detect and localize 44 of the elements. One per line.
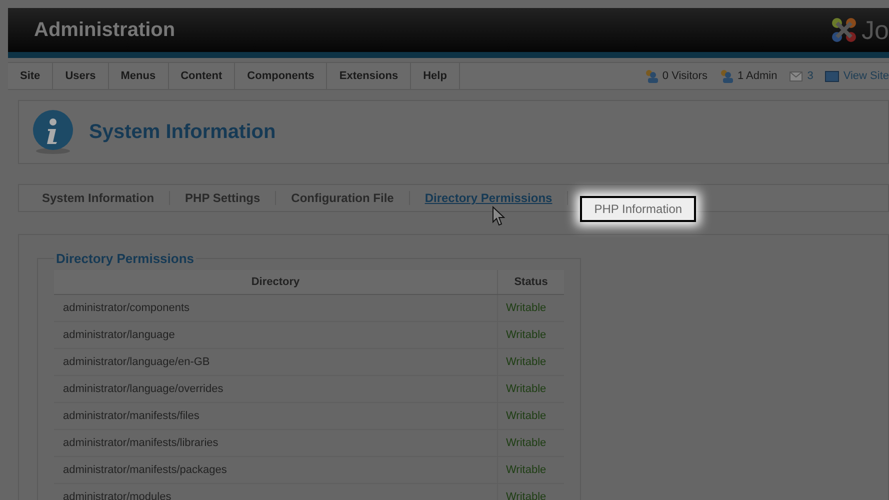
users-icon [644, 69, 658, 83]
status-cell: Writable [498, 402, 564, 430]
monitor-icon [825, 70, 840, 82]
tab[interactable]: Directory Permissions [410, 191, 568, 205]
directory-cell: administrator/manifests/packages [54, 456, 498, 484]
directory-cell: administrator/language/overrides [54, 376, 498, 402]
status-cell: Writable [498, 322, 564, 348]
mail-icon [789, 70, 804, 82]
status-cell: Writable [498, 348, 564, 376]
status-cell: Writable [498, 456, 564, 484]
menu-item[interactable]: Users [53, 63, 109, 89]
directory-cell: administrator/modules [54, 484, 498, 500]
status-cell: Writable [498, 294, 564, 322]
menu-item[interactable]: Content [168, 63, 236, 89]
info-icon [31, 109, 75, 155]
status-label[interactable]: View Site [843, 70, 889, 82]
users-icon [719, 69, 734, 83]
directory-cell: administrator/components [54, 294, 498, 322]
panel-legend: Directory Permissions [54, 251, 196, 266]
status-cell: Writable [498, 430, 564, 456]
menu-item[interactable]: Extensions [327, 63, 412, 89]
status-cell: Writable [498, 376, 564, 402]
menu-item[interactable]: Components [235, 63, 328, 89]
status-label: 1 Admin [737, 70, 778, 82]
status-label: 0 Visitors [662, 70, 708, 82]
cursor-icon [492, 206, 505, 226]
status-label: 3 [807, 70, 814, 82]
directory-cell: administrator/language [54, 322, 498, 348]
menu-item[interactable]: Menus [108, 63, 169, 89]
status-cell: Writable [498, 484, 564, 500]
column-header: Status [498, 270, 564, 294]
tab[interactable]: Configuration File [276, 191, 410, 205]
menu-item[interactable]: Site [8, 63, 54, 89]
menu-item[interactable]: Help [411, 63, 460, 89]
tab[interactable]: System Information [27, 191, 170, 205]
directory-cell: administrator/manifests/files [54, 402, 498, 430]
directory-cell: administrator/language/en-GB [54, 348, 498, 376]
header-title: Administration [34, 18, 176, 42]
tab[interactable]: PHP Settings [170, 191, 276, 205]
logo-text: Jo [862, 15, 889, 45]
page-title: System Information [89, 120, 276, 144]
column-header: Directory [54, 270, 498, 294]
tab[interactable]: PHP Information [580, 196, 696, 222]
directory-cell: administrator/manifests/libraries [54, 430, 498, 456]
